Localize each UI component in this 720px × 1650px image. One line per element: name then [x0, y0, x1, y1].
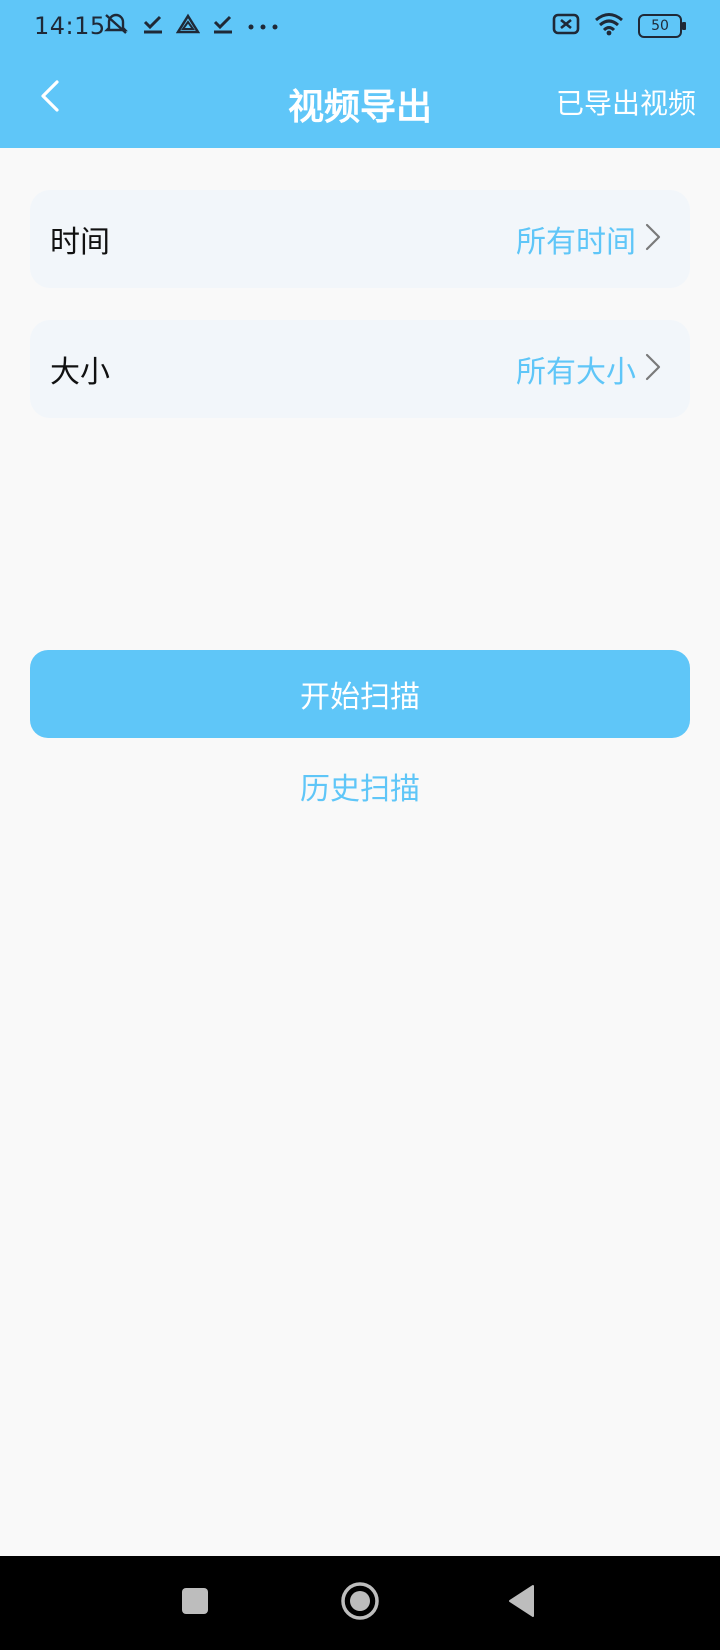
time-filter-selector[interactable]: 所有时间 — [516, 217, 662, 261]
exported-videos-link[interactable]: 已导出视频 — [556, 82, 696, 122]
history-scan-link[interactable]: 历史扫描 — [0, 764, 720, 808]
recent-apps-button[interactable] — [155, 1556, 235, 1650]
size-filter-value: 所有大小 — [516, 355, 636, 390]
start-scan-button[interactable]: 开始扫描 — [30, 650, 690, 738]
time-filter-label: 时间 — [50, 225, 110, 260]
size-filter-label: 大小 — [50, 355, 110, 390]
check-icon — [142, 13, 164, 39]
more-icon — [246, 17, 280, 36]
size-filter-row[interactable]: 大小 所有大小 — [30, 320, 690, 418]
check-icon — [212, 13, 234, 39]
top-bar: 14:15 50 视频导出 已导出视频 — [0, 0, 720, 148]
square-icon — [180, 1586, 210, 1620]
x-box-icon — [552, 13, 580, 39]
status-time: 14:15 — [34, 12, 106, 40]
chevron-right-icon — [644, 222, 662, 256]
drive-icon — [175, 13, 201, 39]
status-bar: 14:15 50 — [0, 0, 720, 56]
battery-icon: 50 — [638, 14, 686, 38]
chevron-right-icon — [644, 352, 662, 386]
time-filter-row[interactable]: 时间 所有时间 — [30, 190, 690, 288]
home-button[interactable] — [320, 1556, 400, 1650]
status-icons-right: 50 — [552, 12, 686, 40]
home-circle-icon — [340, 1581, 380, 1625]
mute-icon — [102, 12, 130, 40]
status-icons-left — [102, 12, 280, 40]
wifi-icon — [594, 12, 624, 40]
time-filter-value: 所有时间 — [516, 225, 636, 260]
system-nav-bar — [0, 1556, 720, 1650]
app-bar: 视频导出 已导出视频 — [0, 56, 720, 148]
back-nav-button[interactable] — [482, 1556, 562, 1650]
back-triangle-icon — [507, 1584, 537, 1622]
size-filter-selector[interactable]: 所有大小 — [516, 347, 662, 391]
